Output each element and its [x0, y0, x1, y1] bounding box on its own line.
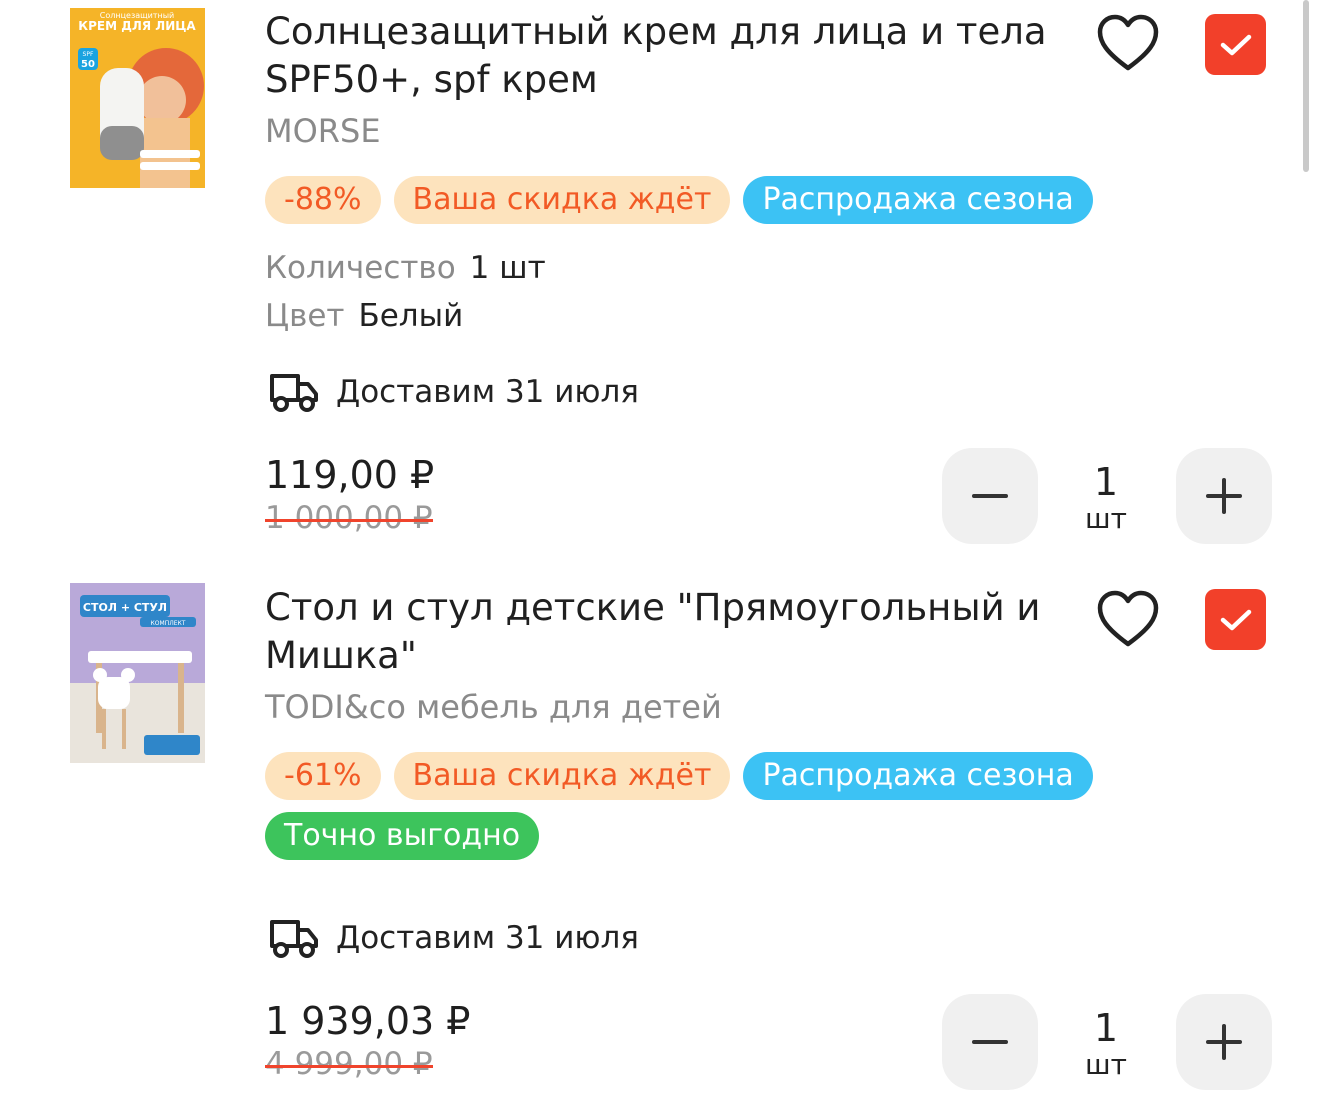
select-checkbox[interactable]	[1205, 589, 1266, 650]
quantity-display: 1 шт	[1066, 1008, 1146, 1082]
discount-badge: -61%	[265, 752, 381, 800]
quantity-unit: шт	[1085, 1048, 1127, 1081]
badges: -61% Ваша скидка ждёт Распродажа сезона …	[265, 752, 1125, 860]
decrease-quantity-button[interactable]	[942, 994, 1038, 1090]
scrollbar[interactable]	[1303, 0, 1309, 172]
brand-name[interactable]: TODI&co мебель для детей	[265, 688, 722, 726]
heart-icon	[1097, 590, 1159, 647]
truck-icon	[270, 920, 318, 958]
product-title[interactable]: Стол и стул детские "Прямоугольный и Миш…	[265, 584, 1065, 680]
promo-badge[interactable]: Ваша скидка ждёт	[393, 752, 731, 800]
sale-badge[interactable]: Распродажа сезона	[743, 752, 1093, 800]
good-deal-badge[interactable]: Точно выгодно	[265, 812, 540, 860]
minus-icon	[972, 1040, 1008, 1044]
quantity-value: 1	[1093, 1006, 1119, 1050]
product-image-kids-table[interactable]: СТОЛ + СТУЛ КОМПЛЕКТ	[70, 583, 205, 763]
increase-quantity-button[interactable]	[1176, 994, 1272, 1090]
favorite-button[interactable]	[1096, 590, 1160, 648]
delivery-info: Доставим 31 июля	[268, 916, 639, 960]
checkbox-checked-icon	[1220, 609, 1251, 630]
plus-icon	[1206, 1024, 1242, 1060]
thumb-sub: КОМПЛЕКТ	[151, 620, 186, 627]
cart-item-kids-table: СТОЛ + СТУЛ КОМПЛЕКТ Стол и стул детские…	[0, 0, 1320, 1097]
current-price: 1 939,03 ₽	[265, 999, 471, 1043]
thumb-headline: СТОЛ + СТУЛ	[83, 601, 167, 614]
strikethrough-line	[265, 1064, 433, 1068]
old-price: 4 999,00 ₽	[265, 1046, 433, 1082]
delivery-text: Доставим 31 июля	[336, 920, 639, 956]
